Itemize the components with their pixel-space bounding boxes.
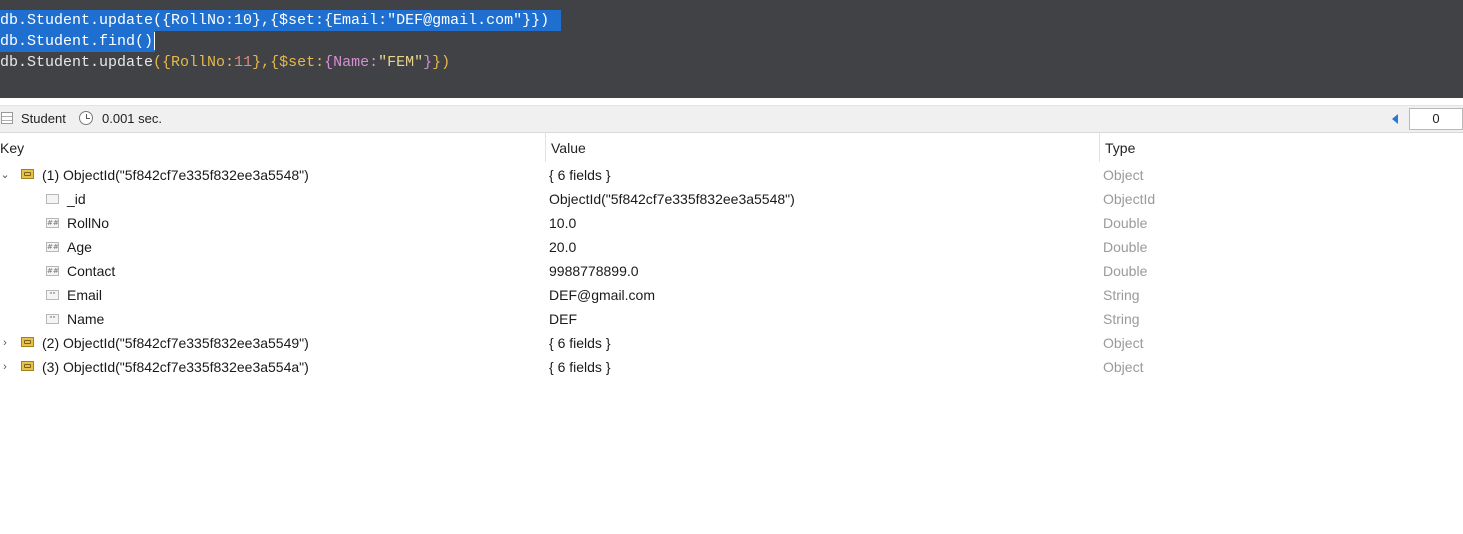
field-string-icon: "" xyxy=(46,290,59,300)
column-divider[interactable] xyxy=(1099,132,1100,162)
value-cell: DEF xyxy=(549,311,577,327)
type-cell: String xyxy=(1103,311,1140,327)
code-token: "FEM" xyxy=(378,54,424,71)
field-row[interactable]: "" Name DEF String xyxy=(0,307,1463,331)
value-cell: 10.0 xyxy=(549,215,577,231)
type-cell: Object xyxy=(1103,167,1144,183)
field-row[interactable]: ## Contact 9988778899.0 Double xyxy=(0,259,1463,283)
key-cell: _id xyxy=(67,191,86,207)
type-cell: Double xyxy=(1103,215,1148,231)
value-cell: 9988778899.0 xyxy=(549,263,639,279)
key-cell: Email xyxy=(67,287,103,303)
result-toolbar: Student 0.001 sec. 0 xyxy=(0,105,1463,133)
field-row[interactable]: ## Age 20.0 Double xyxy=(0,235,1463,259)
object-icon xyxy=(21,337,34,347)
field-number-icon: ## xyxy=(46,266,59,276)
code-token: Name: xyxy=(333,54,379,71)
field-number-icon: ## xyxy=(46,218,59,228)
code-token: db.Student.update xyxy=(0,54,154,71)
table-icon xyxy=(1,112,13,124)
object-icon xyxy=(21,169,34,179)
value-cell: 20.0 xyxy=(549,239,577,255)
object-icon xyxy=(21,361,34,371)
field-row[interactable]: "" Email DEF@gmail.com String xyxy=(0,283,1463,307)
type-cell: ObjectId xyxy=(1103,191,1156,207)
key-cell: Age xyxy=(67,239,92,255)
result-grid-header: Key Value Type xyxy=(0,132,1463,162)
key-cell: Contact xyxy=(67,263,116,279)
key-cell: (2) ObjectId("5f842cf7e335f832ee3a5549") xyxy=(42,335,309,351)
query-editor[interactable]: db.Student.update({RollNo:10},{$set:{Ema… xyxy=(0,0,1463,98)
clock-icon xyxy=(79,111,93,125)
code-token: {RollNo:10},{$set:{Email:"DEF@gmail.com"… xyxy=(162,12,550,29)
type-cell: Double xyxy=(1103,239,1148,255)
field-blank-icon xyxy=(46,194,59,204)
execution-time: 0.001 sec. xyxy=(102,111,162,126)
code-token: ({ xyxy=(153,54,172,71)
type-cell: Object xyxy=(1103,335,1144,351)
previous-page-icon[interactable] xyxy=(1392,114,1398,124)
document-row[interactable]: › (3) ObjectId("5f842cf7e335f832ee3a554a"… xyxy=(0,355,1463,379)
code-token: }) xyxy=(432,54,451,71)
expand-chevron-icon[interactable]: › xyxy=(0,331,10,355)
column-header-value[interactable]: Value xyxy=(551,140,586,156)
code-token: $set: xyxy=(279,54,325,71)
code-token: db.Student.find() xyxy=(0,33,154,50)
value-cell: ObjectId("5f842cf7e335f832ee3a5548") xyxy=(549,191,795,207)
code-line[interactable]: db.Student.update({RollNo:10},{$set:{Ema… xyxy=(0,10,562,31)
value-cell: { 6 fields } xyxy=(549,167,611,183)
text-caret xyxy=(154,32,156,51)
key-cell: Name xyxy=(67,311,105,327)
code-token: RollNo: xyxy=(171,54,235,71)
collapse-chevron-icon[interactable]: ⌄ xyxy=(0,163,10,187)
document-row[interactable]: › (2) ObjectId("5f842cf7e335f832ee3a5549"… xyxy=(0,331,1463,355)
key-cell: RollNo xyxy=(67,215,110,231)
column-header-type[interactable]: Type xyxy=(1105,140,1135,156)
type-cell: String xyxy=(1103,287,1140,303)
key-cell: (3) ObjectId("5f842cf7e335f832ee3a554a") xyxy=(42,359,309,375)
type-cell: Double xyxy=(1103,263,1148,279)
code-token: { xyxy=(324,54,334,71)
code-token: db.Student.update( xyxy=(0,12,163,29)
value-cell: { 6 fields } xyxy=(549,335,611,351)
field-row[interactable]: _id ObjectId("5f842cf7e335f832ee3a5548") O… xyxy=(0,187,1463,211)
code-token: } xyxy=(423,54,433,71)
value-cell: DEF@gmail.com xyxy=(549,287,656,303)
code-line[interactable]: db.Student.find() xyxy=(0,31,156,52)
field-row[interactable]: ## RollNo 10.0 Double xyxy=(0,211,1463,235)
collection-name: Student xyxy=(21,111,66,126)
document-row[interactable]: ⌄ (1) ObjectId("5f842cf7e335f832ee3a5548"… xyxy=(0,163,1463,187)
key-cell: (1) ObjectId("5f842cf7e335f832ee3a5548") xyxy=(42,167,309,183)
column-header-key[interactable]: Key xyxy=(0,140,24,156)
value-cell: { 6 fields } xyxy=(549,359,611,375)
column-divider[interactable] xyxy=(545,132,546,162)
code-token: },{ xyxy=(252,54,280,71)
code-token: 11 xyxy=(234,54,253,71)
field-number-icon: ## xyxy=(46,242,59,252)
expand-chevron-icon[interactable]: › xyxy=(0,355,10,379)
type-cell: Object xyxy=(1103,359,1144,375)
code-line[interactable]: db.Student.update({RollNo:11},{$set:{Nam… xyxy=(0,52,450,73)
field-string-icon: "" xyxy=(46,314,59,324)
page-number-input[interactable]: 0 xyxy=(1409,108,1463,130)
